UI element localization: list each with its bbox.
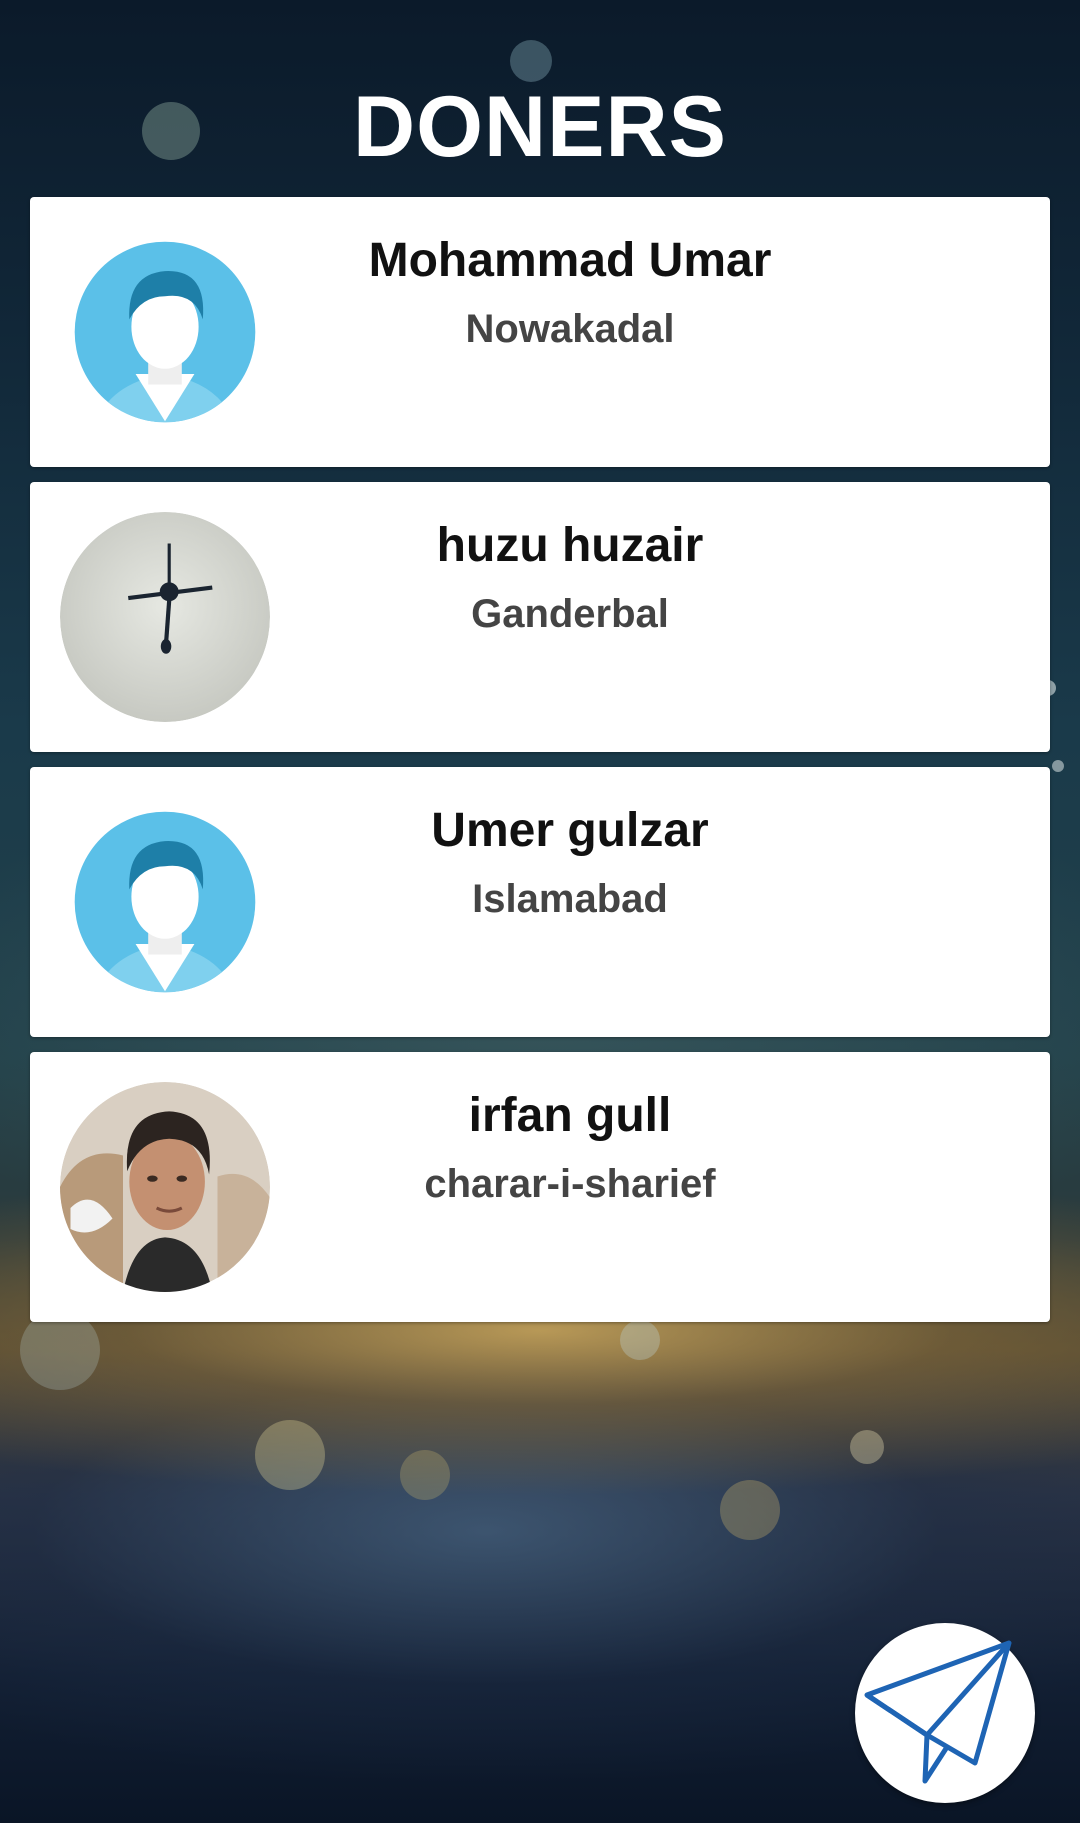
donor-card[interactable]: irfan gull charar-i-sharief [30,1052,1050,1322]
donor-list: Mohammad Umar Nowakadal huzu huzair Gand… [30,197,1050,1337]
bokeh-light [1052,760,1064,772]
bokeh-light [850,1430,884,1464]
donor-place: Islamabad [472,877,668,921]
donor-place: Ganderbal [471,592,669,636]
donor-place: Nowakadal [465,307,675,351]
bokeh-light [255,1420,325,1490]
donor-card[interactable]: Mohammad Umar Nowakadal [30,197,1050,467]
donor-name: irfan gull [468,1089,672,1142]
bokeh-light [400,1450,450,1500]
donor-place: charar-i-sharief [424,1162,716,1206]
donor-name: huzu huzair [436,519,704,572]
donor-name: Umer gulzar [431,804,709,857]
send-button[interactable] [855,1623,1035,1803]
paper-plane-icon [864,1640,1012,1784]
bokeh-light [510,40,552,82]
donor-name: Mohammad Umar [368,234,772,287]
page-title: DONERS [353,79,727,175]
donor-card[interactable]: Umer gulzar Islamabad [30,767,1050,1037]
donor-card[interactable]: huzu huzair Ganderbal [30,482,1050,752]
bokeh-light [720,1480,780,1540]
